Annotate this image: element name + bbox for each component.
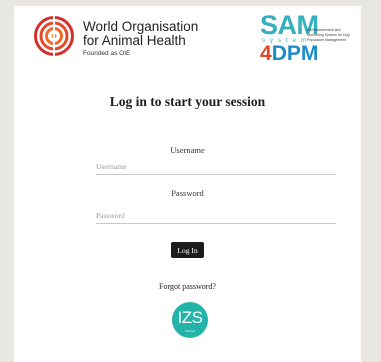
sam-tagline: Self Assessment and Monitoring System fo… bbox=[307, 28, 350, 42]
page-title: Log in to start your session bbox=[109, 94, 266, 109]
username-input[interactable] bbox=[96, 159, 336, 175]
oie-logo-icon bbox=[34, 16, 74, 56]
password-input[interactable] bbox=[96, 208, 336, 224]
sam-4: 4 bbox=[260, 42, 272, 65]
header: World Organisation for Animal Health Fou… bbox=[14, 6, 361, 68]
oie-name: World Organisation for Animal Health Fou… bbox=[83, 20, 198, 59]
forgot-password-link[interactable]: Forgot password? bbox=[14, 282, 361, 291]
izs-logo: IZS Teramo bbox=[172, 302, 208, 338]
oie-name-line1: World Organisation bbox=[83, 19, 199, 34]
login-button[interactable]: Log In bbox=[171, 242, 204, 258]
oie-founded-text: Founded as OIE bbox=[83, 50, 131, 57]
login-card: World Organisation for Animal Health Fou… bbox=[14, 6, 361, 362]
sam-4dpm-text: 4DPM bbox=[260, 42, 318, 66]
password-label: Password bbox=[171, 188, 204, 198]
oie-name-line2: for Animal Health bbox=[83, 33, 186, 48]
izs-logo-subtext: Teramo bbox=[184, 329, 195, 333]
sam4dpm-logo: SAM system 4DPM Self Assessment and Moni… bbox=[260, 10, 356, 66]
sam-dpm: DPM bbox=[271, 42, 319, 65]
izs-logo-text: IZS bbox=[177, 308, 203, 327]
username-label: Username bbox=[170, 145, 205, 155]
